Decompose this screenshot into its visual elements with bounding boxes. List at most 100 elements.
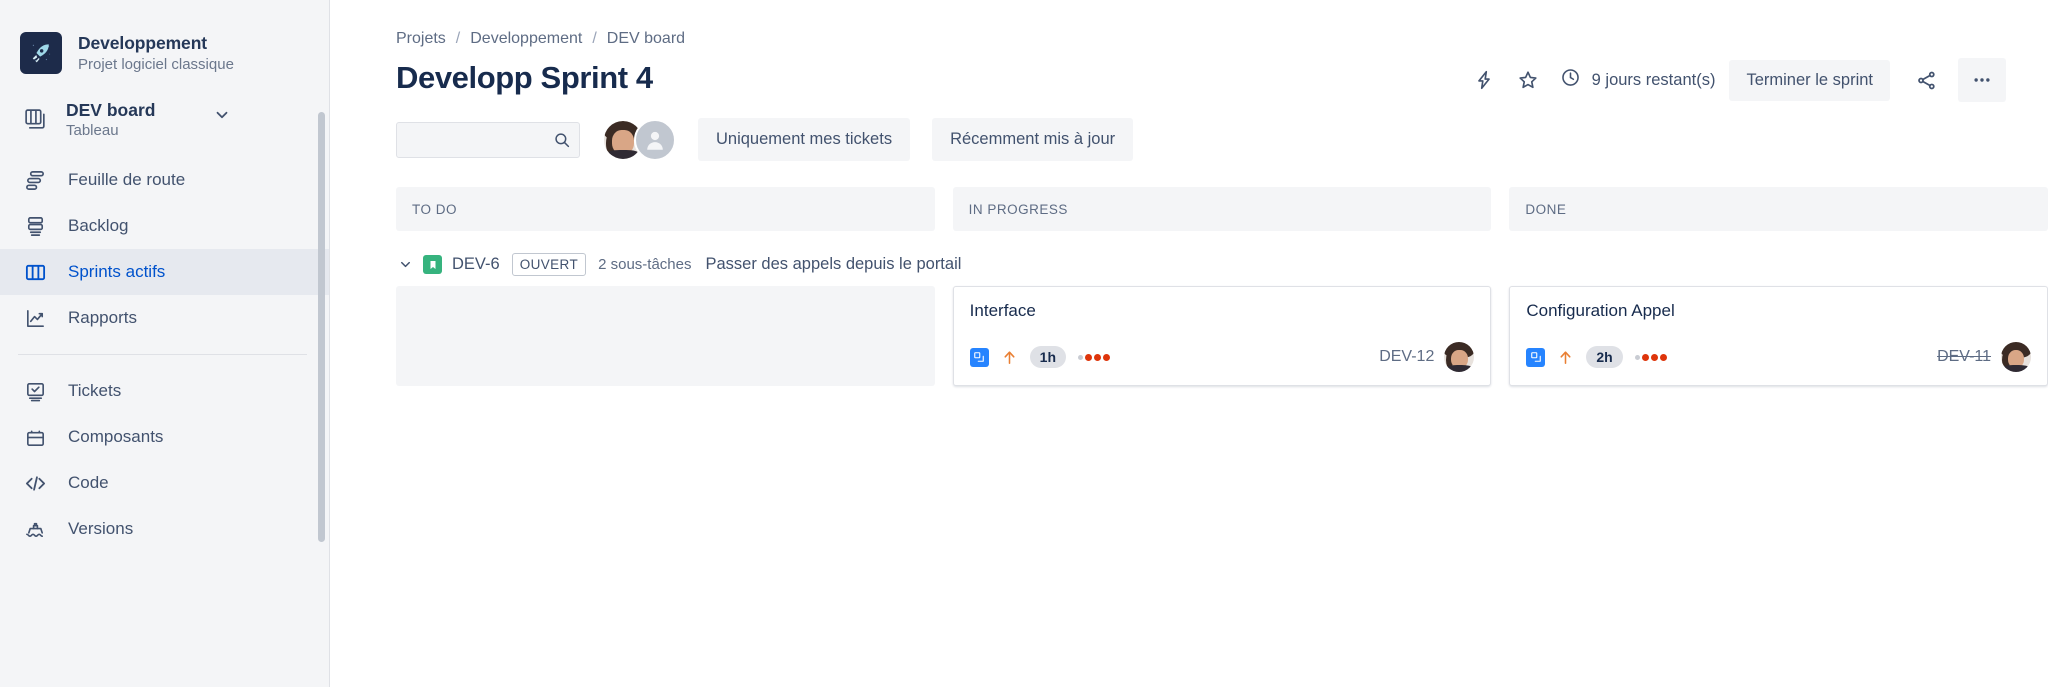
chevron-down-icon[interactable]: [398, 257, 413, 272]
column-done: Configuration Appel 2h DEV-11: [1509, 286, 2048, 386]
estimate-pill: 1h: [1029, 346, 1067, 368]
sidebar-board-selector[interactable]: DEV board Tableau: [0, 74, 329, 139]
board: TO DO IN PROGRESS DONE DEV-6 OUVERT 2 so…: [330, 161, 2048, 386]
subtask-icon: [969, 347, 989, 367]
sidebar-scrollbar[interactable]: [318, 112, 325, 542]
sidebar-item-label: Rapports: [68, 308, 137, 327]
column-title: TO DO: [412, 201, 458, 217]
clock-icon: [1560, 67, 1581, 93]
days-remaining: 9 jours restant(s): [1560, 67, 1716, 93]
sidebar-item-sprints-actifs[interactable]: Sprints actifs: [0, 249, 329, 295]
column-in-progress: Interface 1h DEV-12: [952, 286, 1492, 386]
issues-icon: [22, 378, 48, 404]
column-header-todo: TO DO: [396, 187, 935, 231]
star-icon[interactable]: [1506, 58, 1550, 102]
column-todo: [396, 286, 935, 386]
assignee-avatar[interactable]: [1444, 342, 1475, 372]
sidebar-item-backlog[interactable]: Backlog: [0, 203, 329, 249]
breadcrumb: Projets / Developpement / DEV board: [330, 0, 2048, 48]
empty-dropzone-todo[interactable]: [396, 286, 935, 386]
assignee-avatar[interactable]: [2001, 342, 2032, 372]
sidebar-item-label: Backlog: [68, 216, 129, 235]
estimate-pill: 2h: [1586, 346, 1623, 368]
sidebar-item-label: Sprints actifs: [68, 262, 166, 281]
epic-key[interactable]: DEV-6: [452, 255, 500, 274]
page-title: Developp Sprint 4: [396, 60, 653, 95]
breadcrumb-dev-board[interactable]: DEV board: [607, 30, 685, 48]
roadmap-icon: [22, 167, 48, 193]
card-issue-key[interactable]: DEV-11: [1937, 348, 1991, 366]
priority-dots: [1078, 353, 1111, 361]
search-input[interactable]: [396, 121, 580, 158]
days-remaining-label: 9 jours restant(s): [1591, 70, 1716, 89]
sidebar-divider: [18, 354, 307, 355]
filter-only-my-issues-button[interactable]: Uniquement mes tickets: [698, 118, 911, 161]
priority-high-arrow-icon: [1557, 349, 1574, 366]
breadcrumb-separator: /: [592, 30, 597, 47]
sidebar-item-label: Composants: [68, 427, 164, 446]
sidebar-item-label: Code: [68, 473, 109, 492]
search-container: [396, 121, 580, 158]
board-name: DEV board: [66, 100, 156, 120]
subtask-count: 2 sous-tâches: [598, 256, 692, 273]
reports-chart-icon: [22, 305, 48, 331]
epic-title[interactable]: Passer des appels depuis le portail: [706, 255, 962, 274]
breadcrumb-separator: /: [455, 30, 461, 47]
sidebar-item-composants[interactable]: Composants: [0, 414, 329, 460]
board-columns-icon: [22, 259, 48, 285]
status-badge: OUVERT: [511, 253, 587, 276]
column-title: DONE: [1525, 201, 1567, 217]
chevron-down-icon[interactable]: [213, 106, 231, 129]
more-options-icon[interactable]: [1958, 58, 2006, 102]
breadcrumb-projets[interactable]: Projets: [396, 30, 446, 48]
breadcrumb-developpement[interactable]: Developpement: [470, 30, 582, 48]
sidebar-item-tickets[interactable]: Tickets: [0, 368, 329, 414]
card-meta: 2h: [1526, 346, 1667, 368]
card-title: Configuration Appel: [1526, 301, 1675, 320]
avatar-filter-group: [602, 118, 676, 161]
filter-recently-updated-button[interactable]: Récemment mis à jour: [932, 118, 1134, 161]
rocket-icon: [20, 32, 62, 74]
filter-bar: Uniquement mes tickets Récemment mis à j…: [330, 96, 2048, 161]
card-issue-key[interactable]: DEV-12: [1379, 348, 1434, 366]
issue-card[interactable]: Configuration Appel 2h DEV-11: [1509, 286, 2048, 386]
board-column-headers: TO DO IN PROGRESS DONE: [396, 187, 2048, 231]
end-sprint-button[interactable]: Terminer le sprint: [1729, 59, 1890, 101]
epic-group-row[interactable]: DEV-6 OUVERT 2 sous-tâches Passer des ap…: [396, 253, 2048, 276]
sidebar-item-feuille-de-route[interactable]: Feuille de route: [0, 157, 329, 203]
card-right-meta: DEV-12: [1379, 342, 1475, 372]
backlog-icon: [22, 213, 48, 239]
card-meta: 1h: [969, 346, 1111, 368]
sidebar-project-header[interactable]: Developpement Projet logiciel classique: [0, 0, 329, 74]
priority-dots: [1634, 353, 1667, 361]
user-avatar-placeholder[interactable]: [634, 118, 676, 161]
main-content: Projets / Developpement / DEV board Deve…: [330, 0, 2048, 687]
title-row: Developp Sprint 4 9 jours restant(s) Ter…: [330, 48, 2048, 102]
priority-high-arrow-icon: [1001, 349, 1018, 366]
column-header-in-progress: IN PROGRESS: [952, 187, 1492, 231]
sidebar-item-rapports[interactable]: Rapports: [0, 295, 329, 341]
sidebar: Developpement Projet logiciel classique …: [0, 0, 330, 687]
board-columns-icon: [22, 107, 48, 133]
sidebar-item-label: Tickets: [68, 381, 122, 400]
story-icon: [423, 255, 442, 274]
header-actions: 9 jours restant(s) Terminer le sprint: [1462, 58, 2006, 102]
sidebar-item-label: Feuille de route: [68, 170, 186, 189]
lightning-bolt-icon[interactable]: [1462, 58, 1506, 102]
code-icon: [22, 470, 48, 496]
card-footer: 1h DEV-12: [969, 342, 1475, 372]
sidebar-nav: Feuille de route Backlog Sprints actifs …: [0, 157, 329, 552]
sidebar-item-code[interactable]: Code: [0, 460, 329, 506]
board-subtitle: Tableau: [66, 122, 119, 139]
card-title: Interface: [969, 301, 1036, 320]
board-columns-body: Interface 1h DEV-12 Configuration Appel …: [396, 286, 2048, 386]
column-header-done: DONE: [1509, 187, 2048, 231]
jira-board-page: Developpement Projet logiciel classique …: [0, 0, 2048, 687]
sidebar-item-versions[interactable]: Versions: [0, 506, 329, 552]
share-icon[interactable]: [1904, 58, 1948, 102]
card-footer: 2h DEV-11: [1526, 342, 2032, 372]
components-icon: [22, 424, 48, 450]
project-name: Developpement: [78, 33, 208, 53]
column-title: IN PROGRESS: [968, 201, 1068, 217]
issue-card[interactable]: Interface 1h DEV-12: [952, 286, 1492, 386]
